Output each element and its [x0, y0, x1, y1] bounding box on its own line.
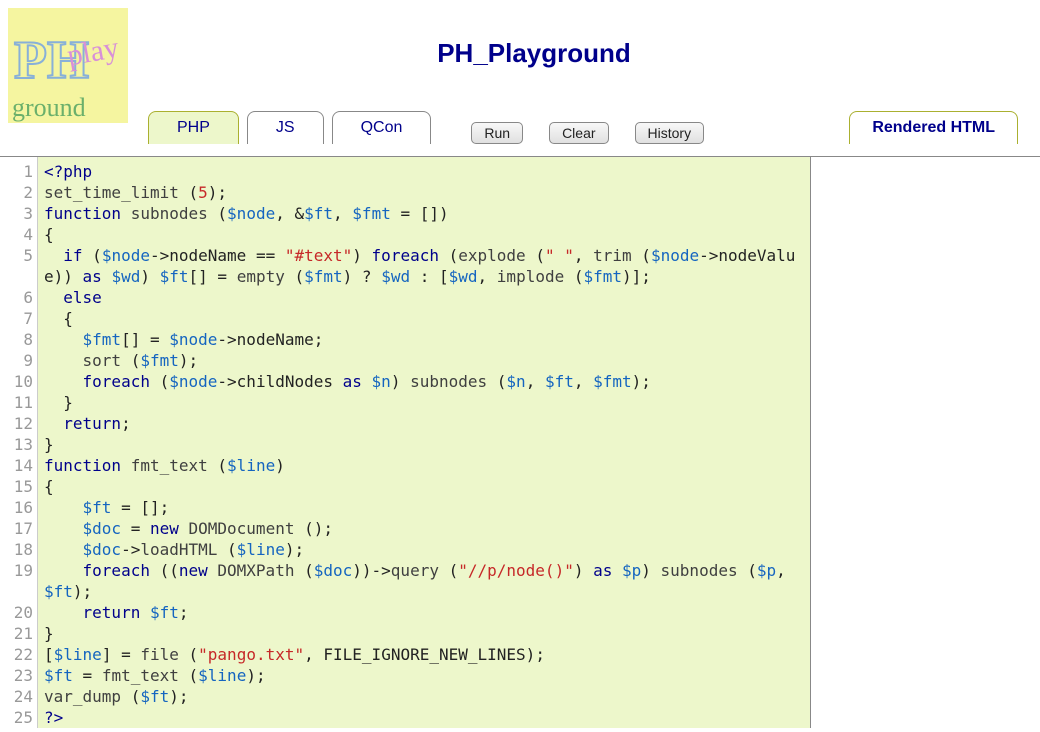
tab-qcon[interactable]: QCon — [332, 111, 432, 144]
logo: PH play ground — [8, 8, 128, 123]
line-gutter: 1234567891011121314151617181920212223242… — [0, 157, 38, 728]
history-button[interactable]: History — [635, 122, 705, 144]
page-title: PH_Playground — [28, 38, 1040, 69]
code-editor[interactable]: 1234567891011121314151617181920212223242… — [0, 157, 810, 728]
tab-php[interactable]: PHP — [148, 111, 239, 144]
tab-js[interactable]: JS — [247, 111, 324, 144]
run-button[interactable]: Run — [471, 122, 523, 144]
code-content[interactable]: <?phpset_time_limit (5);function subnode… — [38, 157, 810, 728]
rendered-html-pane — [810, 157, 1040, 728]
tab-rendered-html[interactable]: Rendered HTML — [849, 111, 1018, 144]
clear-button[interactable]: Clear — [549, 122, 608, 144]
